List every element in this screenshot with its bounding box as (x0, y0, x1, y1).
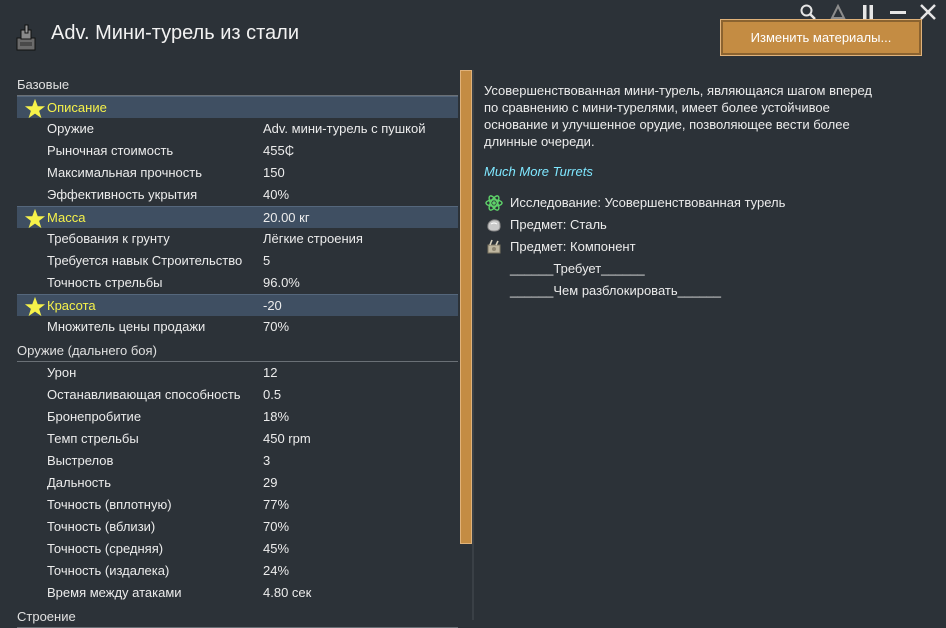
item-description: Усовершенствованная мини-турель, являюща… (484, 83, 873, 149)
stat-value: 4.80 сек (263, 585, 312, 600)
stat-label: Выстрелов (47, 453, 114, 468)
stat-row-cooldown[interactable]: Время между атаками 4.80 сек (17, 582, 458, 604)
requirements-list: Исследование: Усовершенствованная турель… (484, 192, 904, 302)
requirement-text: Исследование: Усовершенствованная турель (510, 195, 786, 210)
stat-row-range[interactable]: Дальность 29 (17, 472, 458, 494)
component-item-icon (484, 237, 504, 257)
stat-row-market-value[interactable]: Рыночная стоимость 455₵ (17, 140, 458, 162)
stat-value: 20.00 кг (263, 210, 310, 225)
research-atom-icon (484, 193, 504, 213)
stat-row-construction-skill[interactable]: Требуется навык Строительство 5 (17, 250, 458, 272)
stat-value: -20 (263, 298, 282, 313)
stat-label: Красота (47, 298, 96, 313)
star-icon (24, 98, 46, 119)
unlocks-divider: ______Чем разблокировать______ (510, 283, 721, 298)
stat-row-mass[interactable]: Масса 20.00 кг (17, 206, 458, 229)
stat-row-armor-penetration[interactable]: Бронепробитие 18% (17, 406, 458, 428)
stat-label: Масса (47, 210, 86, 225)
stat-value: 150 (263, 165, 285, 180)
stat-value: 450 rpm (263, 431, 311, 446)
star-icon (24, 208, 46, 229)
stat-row-stopping-power[interactable]: Останавливающая способность 0.5 (17, 384, 458, 406)
stat-row-description[interactable]: Описание (17, 96, 458, 119)
star-icon (24, 296, 46, 317)
stat-row-beauty[interactable]: Красота -20 (17, 294, 458, 317)
turret-thumbnail-icon (14, 24, 38, 52)
scrollbar-track (472, 70, 474, 620)
stat-value: 0.5 (263, 387, 282, 402)
stat-row-accuracy-long[interactable]: Точность (издалека) 24% (17, 560, 458, 582)
stat-label: Требования к грунту (47, 231, 170, 246)
window-title: Adv. Мини-турель из стали (51, 22, 299, 44)
change-materials-button[interactable]: Изменить материалы... (720, 19, 922, 56)
stat-value: 70% (263, 519, 290, 534)
stat-value: 70% (263, 319, 290, 334)
stat-row-accuracy-touch[interactable]: Точность (вплотную) 77% (17, 494, 458, 516)
stat-label: Останавливающая способность (47, 387, 241, 402)
stat-row-accuracy-short[interactable]: Точность (вблизи) 70% (17, 516, 458, 538)
requirement-steel[interactable]: Предмет: Сталь (484, 214, 904, 236)
requirement-research[interactable]: Исследование: Усовершенствованная турель (484, 192, 904, 214)
stat-row-burst-count[interactable]: Выстрелов 3 (17, 450, 458, 472)
info-window: Adv. Мини-турель из стали Изменить матер… (0, 0, 946, 628)
stat-value: 96.0% (263, 275, 300, 290)
stat-row-sell-price-factor[interactable]: Множитель цены продажи 70% (17, 316, 458, 338)
stat-value: 18% (263, 409, 290, 424)
stat-label: Рыночная стоимость (47, 143, 174, 158)
stat-row-damage[interactable]: Урон 12 (17, 362, 458, 384)
stat-label: Темп стрельбы (47, 431, 139, 446)
requires-divider: ______Требует______ (510, 261, 645, 276)
stat-row-shooting-accuracy[interactable]: Точность стрельбы 96.0% (17, 272, 458, 294)
stat-row-max-hp[interactable]: Максимальная прочность 150 (17, 162, 458, 184)
detail-panel: Усовершенствованная мини-турель, являюща… (484, 82, 904, 302)
stat-row-cover[interactable]: Эффективность укрытия 40% (17, 184, 458, 206)
stat-label: Точность (издалека) (47, 563, 170, 578)
stat-row-fire-rate[interactable]: Темп стрельбы 450 rpm (17, 428, 458, 450)
stat-row-weapon[interactable]: Оружие Adv. мини-турель с пушкой (17, 118, 458, 140)
stat-label: Урон (47, 365, 77, 380)
stat-value: 45% (263, 541, 290, 556)
stat-value: 40% (263, 187, 290, 202)
stat-label: Требуется навык Строительство (47, 253, 243, 268)
stats-panel: Базовые Описание Оружие Adv. мини-турель… (17, 72, 458, 628)
stat-value: Adv. мини-турель с пушкой (263, 121, 426, 136)
stat-value: 3 (263, 453, 271, 468)
stat-label: Описание (47, 100, 107, 115)
stat-label: Эффективность укрытия (47, 187, 198, 202)
stat-label: Бронепробитие (47, 409, 142, 424)
steel-item-icon (484, 215, 504, 235)
stat-label: Время между атаками (47, 585, 182, 600)
requirement-text: Предмет: Компонент (510, 239, 636, 254)
stat-value: Лёгкие строения (263, 231, 363, 246)
stat-label: Точность (вблизи) (47, 519, 156, 534)
requirement-component[interactable]: Предмет: Компонент (484, 236, 904, 258)
stat-value: 77% (263, 497, 290, 512)
mod-name: Much More Turrets (484, 164, 593, 179)
stat-label: Множитель цены продажи (47, 319, 206, 334)
scrollbar-thumb[interactable] (460, 70, 472, 544)
stat-label: Точность стрельбы (47, 275, 163, 290)
section-header-ranged: Оружие (дальнего боя) (17, 341, 458, 362)
stat-row-terrain[interactable]: Требования к грунту Лёгкие строения (17, 228, 458, 250)
requirement-text: Предмет: Сталь (510, 217, 607, 232)
stat-value: 24% (263, 563, 290, 578)
stat-label: Максимальная прочность (47, 165, 203, 180)
section-header-building: Строение (17, 607, 458, 628)
stat-label: Дальность (47, 475, 112, 490)
stat-row-accuracy-medium[interactable]: Точность (средняя) 45% (17, 538, 458, 560)
stat-value: 29 (263, 475, 278, 490)
stat-value: 455₵ (263, 143, 295, 158)
section-header-basic: Базовые (17, 75, 458, 96)
stat-label: Оружие (47, 121, 95, 136)
stat-label: Точность (средняя) (47, 541, 164, 556)
stat-value: 5 (263, 253, 271, 268)
stat-value: 12 (263, 365, 278, 380)
stat-label: Точность (вплотную) (47, 497, 172, 512)
